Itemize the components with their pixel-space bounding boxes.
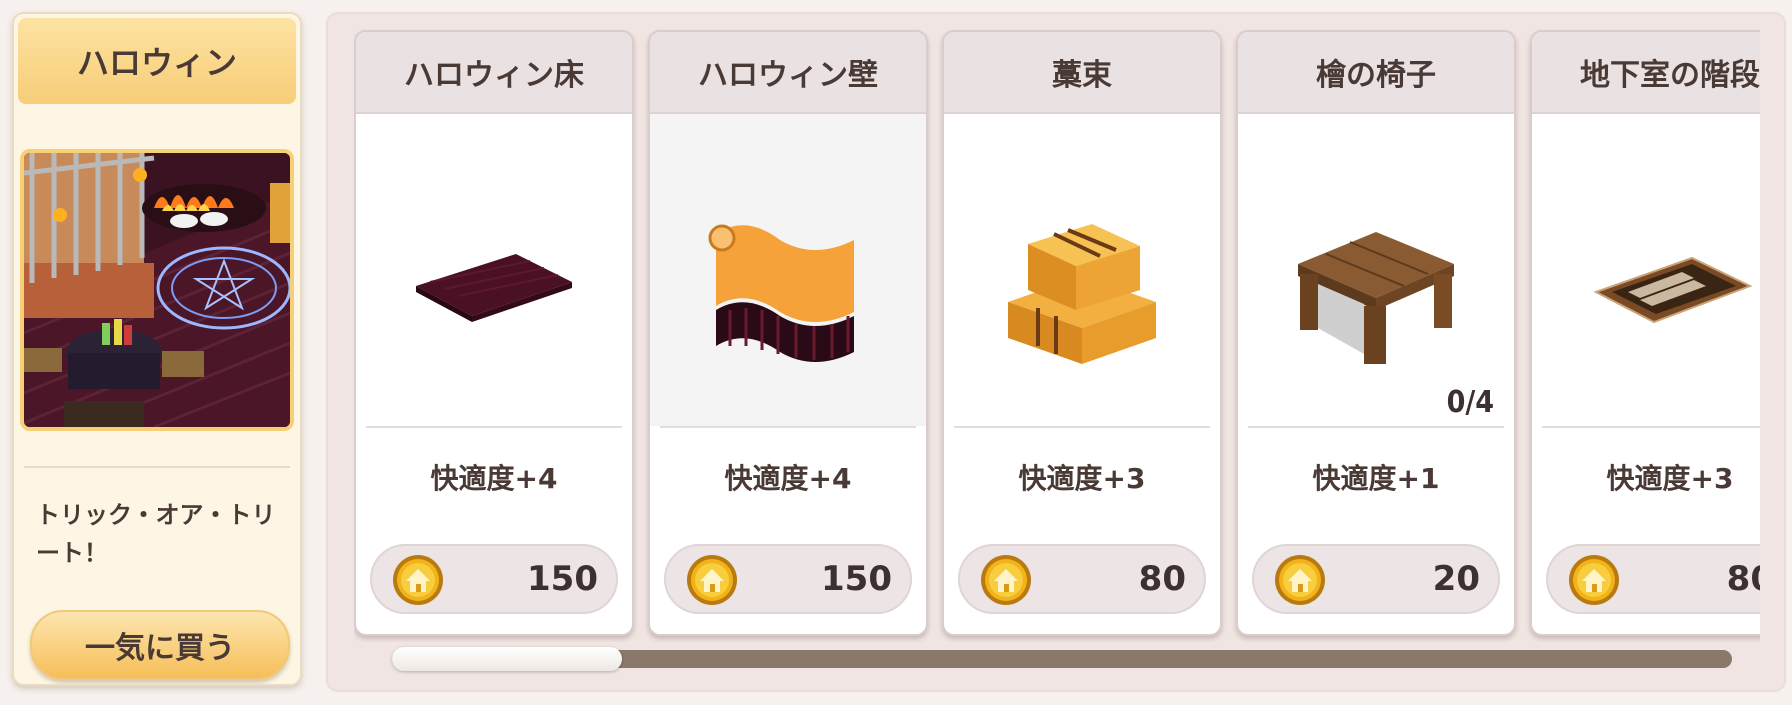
item-shelf: ハロウィン床 快適度+4 150 ハロウィン壁 快適度+4 150 藁束 快適度… <box>326 12 1786 692</box>
house-coin-icon <box>393 555 443 605</box>
set-title: ハロウィン <box>18 18 296 104</box>
item-card[interactable]: ハロウィン壁 快適度+4 150 <box>648 30 928 636</box>
item-card[interactable]: ハロウィン床 快適度+4 150 <box>354 30 634 636</box>
house-coin-icon <box>1569 555 1619 605</box>
item-card[interactable]: 檜の椅子 0/4 快適度+1 20 <box>1236 30 1516 636</box>
price-value: 150 <box>527 559 598 599</box>
comfort-value: 快適度+3 <box>1018 462 1146 495</box>
item-card[interactable]: 地下室の階段 快適度+3 8 <box>1530 30 1760 636</box>
set-description: トリック・オア・トリート！ <box>36 501 276 567</box>
price-value: 80 <box>1726 559 1760 599</box>
item-name: 藁束 <box>944 32 1220 114</box>
panel-divider <box>24 466 290 468</box>
item-image <box>650 114 926 426</box>
item-card[interactable]: 藁束 快適度+3 80 <box>942 30 1222 636</box>
item-image <box>356 114 632 426</box>
halloween-room-illustration <box>24 153 290 427</box>
house-coin-icon <box>687 555 737 605</box>
item-image <box>1532 114 1760 426</box>
price-button[interactable]: 20 <box>1252 544 1500 614</box>
owned-count: 0/4 <box>1446 385 1494 420</box>
item-image <box>944 114 1220 426</box>
comfort-value: 快適度+4 <box>724 462 852 495</box>
cypress-chair-icon <box>1298 232 1454 364</box>
price-value: 150 <box>821 559 892 599</box>
item-name: 檜の椅子 <box>1238 32 1514 114</box>
horizontal-scrollbar[interactable] <box>392 647 1732 671</box>
item-name: ハロウィン壁 <box>650 32 926 114</box>
house-coin-icon <box>1275 555 1325 605</box>
buy-all-button[interactable]: 一気に買う <box>30 610 290 680</box>
scrollbar-thumb[interactable] <box>392 647 622 671</box>
price-button[interactable]: 80 <box>1546 544 1760 614</box>
price-value: 20 <box>1432 559 1480 599</box>
item-card-list[interactable]: ハロウィン床 快適度+4 150 ハロウィン壁 快適度+4 150 藁束 快適度… <box>354 22 1760 642</box>
comfort-value: 快適度+3 <box>1606 462 1734 495</box>
comfort-value: 快適度+1 <box>1312 462 1440 495</box>
price-button[interactable]: 80 <box>958 544 1206 614</box>
set-preview-image[interactable] <box>20 149 294 431</box>
item-name: 地下室の階段 <box>1532 32 1760 114</box>
house-coin-icon <box>981 555 1031 605</box>
basement-stairs-icon <box>1593 256 1753 324</box>
comfort-value: 快適度+4 <box>430 462 558 495</box>
straw-bale-icon <box>1008 224 1156 364</box>
price-value: 80 <box>1138 559 1186 599</box>
furniture-set-panel: ハロウィン トリック・オア・トリート！ 一気に買う <box>12 12 302 686</box>
halloween-floor-icon <box>416 254 572 322</box>
item-image: 0/4 <box>1238 114 1514 426</box>
price-button[interactable]: 150 <box>664 544 912 614</box>
price-button[interactable]: 150 <box>370 544 618 614</box>
halloween-wall-icon <box>650 114 926 426</box>
item-name: ハロウィン床 <box>356 32 632 114</box>
